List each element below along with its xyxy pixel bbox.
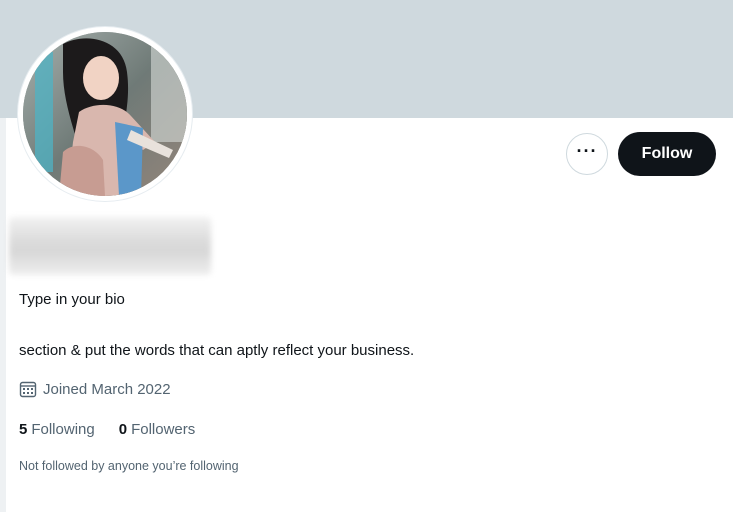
- calendar-icon: [19, 381, 37, 398]
- profile-page: ··· Follow Type in your bio section & pu…: [0, 0, 733, 512]
- more-options-button[interactable]: ···: [566, 133, 608, 175]
- more-horizontal-icon: ···: [576, 141, 598, 161]
- avatar[interactable]: [23, 32, 187, 196]
- bio-line-2: section & put the words that can aptly r…: [19, 342, 415, 359]
- display-name-blurred: [9, 217, 211, 275]
- followers-count: 0: [118, 421, 128, 438]
- bio-line-1: Type in your bio: [19, 291, 125, 308]
- avatar-frame[interactable]: [18, 27, 192, 201]
- joined-date: Joined March 2022: [19, 380, 171, 398]
- not-followed-notice: Not followed by anyone you’re following: [19, 459, 239, 473]
- following-count: 5: [19, 421, 28, 438]
- profile-actions: ··· Follow: [566, 132, 716, 176]
- follow-button[interactable]: Follow: [618, 132, 716, 176]
- avatar-photo: [23, 32, 187, 196]
- following-label: Following: [31, 421, 95, 438]
- followers-label: Followers: [131, 421, 196, 438]
- joined-label: Joined March 2022: [43, 380, 171, 398]
- following-link[interactable]: 5 Following: [19, 421, 95, 438]
- followers-link[interactable]: 0 Followers: [119, 421, 196, 438]
- follow-stats: 5 Following 0 Followers: [19, 421, 195, 438]
